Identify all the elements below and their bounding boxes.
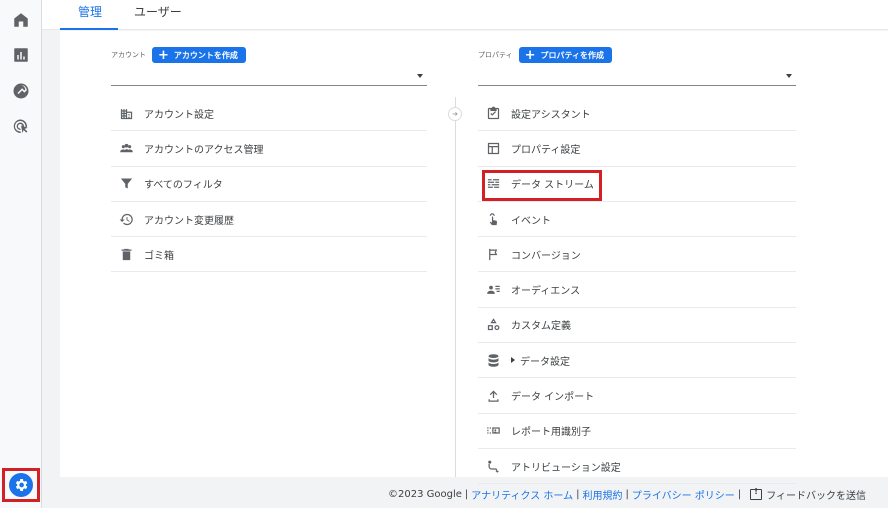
property-label: プロパティ: [478, 51, 513, 59]
database-icon: [485, 352, 501, 368]
create-property-label: プロパティを作成: [540, 50, 605, 60]
data-import-item[interactable]: データ インポート: [478, 378, 796, 414]
trash-item[interactable]: ゴミ箱: [111, 237, 427, 273]
shapes-icon: [485, 317, 501, 333]
menu-item-label: イベント: [511, 215, 551, 227]
settings-icon: [9, 473, 33, 497]
link-arrow-icon: ➜: [448, 107, 462, 121]
conversions-item[interactable]: コンバージョン: [478, 237, 796, 273]
menu-item-label: データ設定: [520, 356, 570, 368]
account-label: アカウント: [111, 51, 146, 59]
menu-item-label: レポート用識別子: [511, 427, 591, 439]
highlight-box: [482, 170, 602, 201]
settings-button[interactable]: [2, 468, 40, 502]
footer: ©2023 Google | アナリティクス ホーム | 利用規約 | プライバ…: [42, 480, 888, 508]
plus-icon: +: [524, 47, 536, 63]
property-menu: 設定アシスタント プロパティ設定 データ ストリーム イベント コンバージョン …: [478, 96, 796, 485]
property-header: プロパティ + プロパティを作成: [478, 47, 613, 63]
account-header: アカウント + アカウントを作成: [111, 47, 246, 63]
menu-item-label: プロパティ設定: [511, 144, 581, 156]
dropdown-arrow-icon: [786, 74, 792, 78]
layout-icon: [485, 140, 501, 156]
create-account-button[interactable]: + アカウントを作成: [152, 47, 246, 63]
menu-item-label: データ インポート: [511, 392, 595, 404]
people-icon: [118, 140, 134, 156]
account-menu: アカウント設定 アカウントのアクセス管理 すべてのフィルタ アカウント変更履歴 …: [111, 96, 427, 273]
checklist-icon: [485, 105, 501, 121]
audience-icon: [485, 282, 501, 298]
tab-users[interactable]: ユーザー: [134, 3, 182, 20]
privacy-link[interactable]: プライバシー ポリシー: [632, 487, 735, 502]
left-nav-rail: [0, 0, 42, 508]
reporting-identity-item[interactable]: レポート用識別子: [478, 414, 796, 449]
history-icon: [118, 211, 134, 227]
plus-icon: +: [158, 47, 169, 63]
menu-item-label: アカウント設定: [144, 109, 214, 121]
trash-icon: [118, 246, 134, 262]
flag-icon: [485, 246, 501, 262]
menu-item-label: アカウントのアクセス管理: [144, 144, 264, 156]
analytics-home-link[interactable]: アナリティクス ホーム: [471, 487, 573, 502]
id-icon: [485, 423, 501, 439]
menu-item-label: アカウント変更履歴: [144, 215, 234, 227]
reports-icon[interactable]: [9, 43, 33, 67]
create-property-button[interactable]: + プロパティを作成: [518, 47, 613, 63]
menu-item-label: コンバージョン: [511, 250, 581, 262]
account-access-item[interactable]: アカウントのアクセス管理: [111, 131, 427, 167]
custom-definitions-item[interactable]: カスタム定義: [478, 308, 796, 344]
column-divider: [455, 97, 456, 477]
upload-icon: [485, 388, 501, 404]
filter-icon: [118, 176, 134, 192]
advertising-icon[interactable]: [9, 115, 33, 139]
feedback-icon: [750, 487, 763, 500]
active-tab-indicator: [60, 28, 118, 30]
create-account-label: アカウントを作成: [173, 50, 238, 60]
menu-item-label: アトリビューション設定: [511, 462, 621, 474]
account-selector[interactable]: [111, 68, 427, 86]
menu-item-label: オーディエンス: [511, 286, 581, 298]
tab-admin[interactable]: 管理: [78, 3, 102, 20]
menu-item-label: すべてのフィルタ: [144, 180, 223, 192]
menu-item-label: 設定アシスタント: [511, 109, 591, 121]
account-history-item[interactable]: アカウント変更履歴: [111, 202, 427, 238]
menu-item-label: ゴミ箱: [144, 250, 174, 262]
building-icon: [118, 105, 134, 121]
data-settings-item[interactable]: データ設定: [478, 343, 796, 379]
setup-assistant-item[interactable]: 設定アシスタント: [478, 96, 796, 132]
expand-caret-icon[interactable]: [511, 357, 515, 364]
touch-icon: [485, 211, 501, 227]
terms-link[interactable]: 利用規約: [582, 487, 622, 502]
send-feedback-link[interactable]: フィードバックを送信: [766, 487, 866, 502]
explore-icon[interactable]: [9, 79, 33, 103]
property-settings-item[interactable]: プロパティ設定: [478, 131, 796, 167]
account-settings-item[interactable]: アカウント設定: [111, 96, 427, 132]
menu-item-label: カスタム定義: [511, 321, 571, 333]
events-item[interactable]: イベント: [478, 202, 796, 238]
copyright-text: ©2023 Google: [388, 488, 462, 500]
audiences-item[interactable]: オーディエンス: [478, 272, 796, 308]
attribution-settings-item[interactable]: アトリビューション設定: [478, 449, 796, 485]
attribution-icon: [485, 458, 501, 474]
home-icon[interactable]: [9, 8, 33, 32]
property-selector[interactable]: [478, 68, 796, 86]
dropdown-arrow-icon: [417, 74, 423, 78]
tab-bar: 管理 ユーザー: [42, 0, 888, 30]
all-filters-item[interactable]: すべてのフィルタ: [111, 167, 427, 202]
